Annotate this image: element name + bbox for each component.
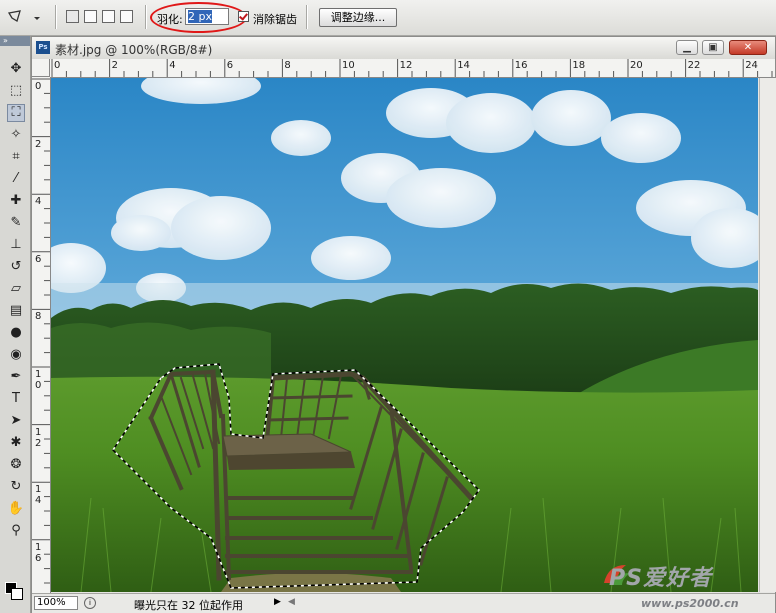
vertical-ruler[interactable]: 0 2 4 6 8 10 12 14 16 <box>32 77 51 593</box>
ruler-v-label: 6 <box>35 253 42 265</box>
ruler-h-label: 24 <box>745 60 758 71</box>
watermark-brand: PS爱好者 <box>609 566 712 591</box>
close-button[interactable]: ✕ <box>729 40 767 55</box>
crop-tool-icon[interactable]: ⌗ <box>7 148 25 166</box>
ruler-h-label: 2 <box>111 60 118 71</box>
landscape-image <box>51 78 758 592</box>
type-tool-icon[interactable]: T <box>7 390 25 408</box>
intersect-selection-mode-button[interactable] <box>120 10 133 23</box>
new-selection-mode-button[interactable] <box>66 10 79 23</box>
ruler-h-label: 20 <box>630 60 643 71</box>
horizontal-ruler[interactable]: 0 2 4 6 8 10 12 14 16 18 20 22 24 <box>50 59 775 78</box>
document-window: Ps 素材.jpg @ 100%(RGB/8#) ▁ ▣ ✕ 0 2 4 6 8 10 12… <box>31 36 776 613</box>
ruler-h-label: 0 <box>54 60 61 71</box>
antialias-checkbox[interactable] <box>238 11 249 22</box>
minimize-button[interactable]: ▁ <box>676 40 698 55</box>
ruler-h-label: 6 <box>226 60 234 71</box>
ruler-h-label: 22 <box>687 60 701 71</box>
ruler-h-label: 4 <box>169 60 176 71</box>
eyedropper-tool-icon[interactable]: ⁄ <box>7 170 25 188</box>
magic-wand-tool-icon[interactable]: ✧ <box>7 126 25 144</box>
document-title: 素材.jpg @ 100%(RGB/8#) <box>55 43 213 57</box>
status-message: 曝光只在 32 位起作用 <box>134 599 243 612</box>
healing-brush-tool-icon[interactable]: ✚ <box>7 192 25 210</box>
eraser-tool-icon[interactable]: ▱ <box>7 280 25 298</box>
ruler-h-label: 8 <box>284 60 291 71</box>
toolbox-grip[interactable]: » <box>0 36 30 46</box>
ruler-h-label: 12 <box>399 60 413 71</box>
ruler-origin[interactable] <box>32 59 50 77</box>
pen-tool-icon[interactable]: ✒ <box>7 368 25 386</box>
polygonal-lasso-icon[interactable] <box>6 8 40 28</box>
ruler-h-label: 18 <box>572 60 586 71</box>
gradient-tool-icon[interactable]: ▤ <box>7 302 25 320</box>
zoom-tool-icon[interactable]: ⚲ <box>7 522 25 540</box>
watermark-url: www.ps2000.cn <box>641 597 739 610</box>
ps-document-icon: Ps <box>36 41 50 54</box>
ruler-v-label: 14 <box>35 484 42 507</box>
add-selection-mode-button[interactable] <box>84 10 97 23</box>
ruler-h-label: 10 <box>342 60 355 71</box>
antialias-label: 消除锯齿 <box>253 13 297 26</box>
zoom-level-field[interactable]: 100% <box>34 596 78 610</box>
ruler-v-label: 12 <box>35 426 42 449</box>
image-canvas[interactable] <box>51 78 758 592</box>
horizontal-scroll-left-icon[interactable]: ◀ <box>288 597 295 607</box>
refine-edge-button[interactable]: 调整边缘... <box>319 8 397 27</box>
move-tool-icon[interactable]: ✥ <box>7 60 25 78</box>
ruler-v-label: 10 <box>35 369 42 391</box>
options-bar: 羽化: 2 px 消除锯齿 调整边缘... <box>0 0 776 36</box>
background-color-swatch[interactable] <box>11 588 23 600</box>
3d-rotate-tool-icon[interactable]: ❂ <box>7 456 25 474</box>
history-brush-tool-icon[interactable]: ↺ <box>7 258 25 276</box>
status-info-icon[interactable]: i <box>84 597 96 609</box>
status-menu-arrow-icon[interactable]: ▶ <box>274 597 281 607</box>
ruler-h-label: 14 <box>457 60 470 71</box>
ruler-v-label: 16 <box>35 541 42 564</box>
ruler-v-label: 4 <box>35 196 42 208</box>
polygonal-lasso-tool-icon[interactable]: ⛶ <box>7 104 25 122</box>
document-titlebar[interactable]: Ps 素材.jpg @ 100%(RGB/8#) ▁ ▣ ✕ <box>32 37 775 60</box>
blur-tool-icon[interactable]: ● <box>7 324 25 342</box>
path-selection-tool-icon[interactable]: ➤ <box>7 412 25 430</box>
dodge-tool-icon[interactable]: ◉ <box>7 346 25 364</box>
toolbox: » ✥ ⬚ ⛶ ✧ ⌗ ⁄ ✚ ✎ ⊥ ↺ ▱ ▤ ● ◉ ✒ T ➤ ✱ ❂ ↻ ✋ ⚲ <box>0 36 31 613</box>
ruler-v-label: 8 <box>35 311 42 323</box>
ruler-v-label: 2 <box>35 138 42 150</box>
marquee-tool-icon[interactable]: ⬚ <box>7 82 25 100</box>
brush-tool-icon[interactable]: ✎ <box>7 214 25 232</box>
shape-tool-icon[interactable]: ✱ <box>7 434 25 452</box>
vertical-scrollbar[interactable] <box>759 78 776 592</box>
3d-orbit-tool-icon[interactable]: ↻ <box>7 478 25 496</box>
ruler-v-label: 0 <box>35 81 42 92</box>
annotation-circle <box>150 2 247 33</box>
maximize-button[interactable]: ▣ <box>702 40 724 55</box>
ruler-h-label: 16 <box>514 60 528 71</box>
subtract-selection-mode-button[interactable] <box>102 10 115 23</box>
clone-stamp-tool-icon[interactable]: ⊥ <box>7 236 25 254</box>
hand-tool-icon[interactable]: ✋ <box>7 500 25 518</box>
